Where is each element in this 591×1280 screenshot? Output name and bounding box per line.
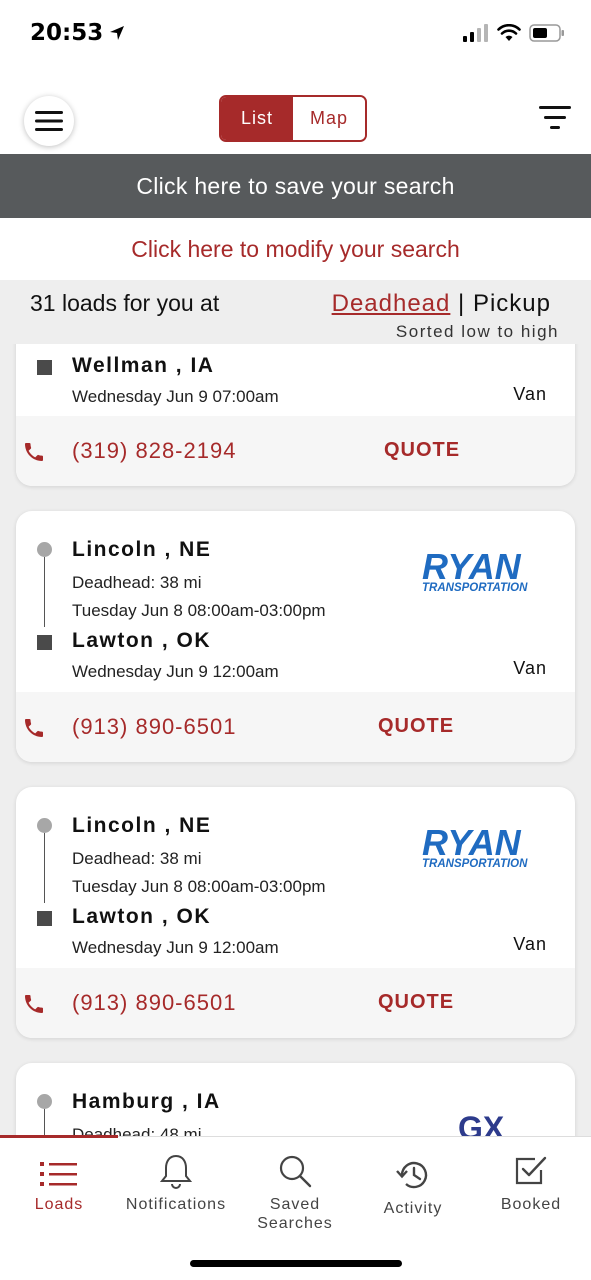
equipment-type: Van bbox=[513, 384, 547, 404]
card-footer: (913) 890-6501 QUOTE bbox=[16, 968, 575, 1038]
pickup-time: Tuesday Jun 8 08:00am-03:00pm bbox=[72, 601, 326, 620]
tab-label: Loads bbox=[34, 1196, 84, 1213]
origin-marker-icon bbox=[37, 542, 52, 557]
destination-marker-icon bbox=[37, 360, 52, 375]
checkbox-icon bbox=[515, 1156, 547, 1185]
card-footer: (319) 828-2194 QUOTE bbox=[16, 416, 575, 486]
modify-search-banner[interactable]: Click here to modify your search bbox=[0, 218, 591, 280]
phone-icon[interactable] bbox=[22, 440, 46, 464]
app-header: List Map bbox=[0, 70, 591, 154]
equipment-type: Van bbox=[513, 658, 547, 678]
gx-logo: GX bbox=[458, 1110, 505, 1136]
origin-city: Hamburg , IA bbox=[72, 1090, 221, 1113]
destination-city: Lawton , OK bbox=[72, 629, 211, 652]
clock-text: 20:53 bbox=[30, 20, 104, 46]
phone-icon[interactable] bbox=[22, 716, 46, 740]
hamburger-icon bbox=[35, 111, 63, 131]
pickup-time: Tuesday Jun 8 08:00am-03:00pm bbox=[72, 877, 326, 896]
phone-number[interactable]: (319) 828-2194 bbox=[72, 438, 236, 464]
logo-name: GX bbox=[458, 1110, 505, 1136]
destination-time: Wednesday Jun 9 12:00am bbox=[72, 662, 279, 681]
active-tab-indicator bbox=[0, 1135, 118, 1138]
search-icon bbox=[279, 1155, 312, 1188]
destination-city: Lawton , OK bbox=[72, 905, 211, 928]
tab-booked[interactable]: Booked bbox=[472, 1153, 590, 1214]
load-list[interactable]: Wellman , IA Wednesday Jun 9 07:00am Van… bbox=[0, 344, 591, 1136]
load-card[interactable]: Lincoln , NE Deadhead: 38 mi Tuesday Jun… bbox=[16, 511, 575, 762]
cellular-signal-icon bbox=[463, 24, 488, 42]
bottom-tab-bar: Loads Notifications Saved Searches Activ… bbox=[0, 1135, 591, 1280]
deadhead-distance: Deadhead: 38 mi bbox=[72, 573, 202, 592]
phone-number[interactable]: (913) 890-6501 bbox=[72, 990, 236, 1016]
wifi-icon bbox=[497, 24, 521, 41]
logo-subtitle: TRANSPORTATION bbox=[422, 858, 528, 869]
filter-icon[interactable] bbox=[539, 104, 571, 132]
hamburger-menu-button[interactable] bbox=[24, 96, 74, 146]
ryan-transportation-logo: RYAN TRANSPORTATION bbox=[422, 547, 528, 593]
ryan-transportation-logo: RYAN TRANSPORTATION bbox=[422, 823, 528, 869]
logo-name: RYAN bbox=[422, 547, 522, 587]
tab-activity[interactable]: Activity bbox=[354, 1157, 472, 1218]
equipment-type: Van bbox=[513, 934, 547, 954]
location-arrow-icon bbox=[110, 26, 125, 40]
quote-button[interactable]: QUOTE bbox=[378, 715, 454, 738]
status-bar: 20:53 bbox=[0, 0, 591, 70]
tab-saved-searches[interactable]: Saved Searches bbox=[236, 1153, 354, 1233]
phone-number[interactable]: (913) 890-6501 bbox=[72, 714, 236, 740]
destination-city: Wellman , IA bbox=[72, 354, 215, 377]
origin-city: Lincoln , NE bbox=[72, 814, 212, 837]
destination-marker-icon bbox=[37, 635, 52, 650]
results-sort-bar: 31 loads for you at Deadhead | Pickup So… bbox=[0, 280, 591, 344]
load-count: 31 loads for you at bbox=[30, 290, 220, 316]
tab-notifications[interactable]: Notifications bbox=[117, 1153, 235, 1214]
route-line bbox=[44, 1109, 45, 1136]
view-toggle: List Map bbox=[219, 95, 367, 142]
logo-name: RYAN bbox=[422, 823, 522, 863]
sort-options: Deadhead | Pickup bbox=[332, 290, 551, 318]
map-view-tab[interactable]: Map bbox=[293, 97, 365, 140]
status-indicators bbox=[463, 24, 565, 42]
quote-button[interactable]: QUOTE bbox=[378, 991, 454, 1014]
list-icon bbox=[40, 1162, 77, 1186]
load-card[interactable]: Wellman , IA Wednesday Jun 9 07:00am Van… bbox=[16, 344, 575, 486]
tab-label: Notifications bbox=[125, 1196, 227, 1213]
route-line bbox=[44, 557, 45, 627]
deadhead-distance: Deadhead: 38 mi bbox=[72, 849, 202, 868]
load-card[interactable]: Hamburg , IA Deadhead: 48 mi GX bbox=[16, 1063, 575, 1136]
battery-icon bbox=[529, 24, 564, 42]
tab-label: Activity bbox=[383, 1200, 443, 1217]
destination-time: Wednesday Jun 9 12:00am bbox=[72, 938, 279, 957]
sort-order-label: Sorted low to high bbox=[395, 322, 559, 341]
origin-marker-icon bbox=[37, 818, 52, 833]
destination-time: Wednesday Jun 9 07:00am bbox=[72, 387, 279, 406]
origin-marker-icon bbox=[37, 1094, 52, 1109]
save-search-banner[interactable]: Click here to save your search bbox=[0, 154, 591, 218]
phone-icon[interactable] bbox=[22, 992, 46, 1016]
bell-icon bbox=[159, 1154, 193, 1189]
card-footer: (913) 890-6501 QUOTE bbox=[16, 692, 575, 762]
tab-loads[interactable]: Loads bbox=[0, 1159, 118, 1214]
logo-subtitle: TRANSPORTATION bbox=[422, 582, 528, 593]
list-view-tab[interactable]: List bbox=[221, 97, 293, 140]
tab-label: Booked bbox=[500, 1196, 562, 1213]
sort-deadhead-link[interactable]: Deadhead bbox=[332, 290, 451, 317]
status-time: 20:53 bbox=[30, 20, 125, 46]
history-icon bbox=[396, 1161, 428, 1189]
route-line bbox=[44, 833, 45, 903]
quote-button[interactable]: QUOTE bbox=[384, 439, 460, 462]
origin-city: Lincoln , NE bbox=[72, 538, 212, 561]
destination-marker-icon bbox=[37, 911, 52, 926]
tab-label: Saved Searches bbox=[257, 1196, 333, 1232]
sort-pickup-link[interactable]: Pickup bbox=[473, 290, 551, 317]
home-indicator[interactable] bbox=[190, 1260, 402, 1267]
load-card[interactable]: Lincoln , NE Deadhead: 38 mi Tuesday Jun… bbox=[16, 787, 575, 1038]
sort-separator: | bbox=[450, 290, 473, 317]
